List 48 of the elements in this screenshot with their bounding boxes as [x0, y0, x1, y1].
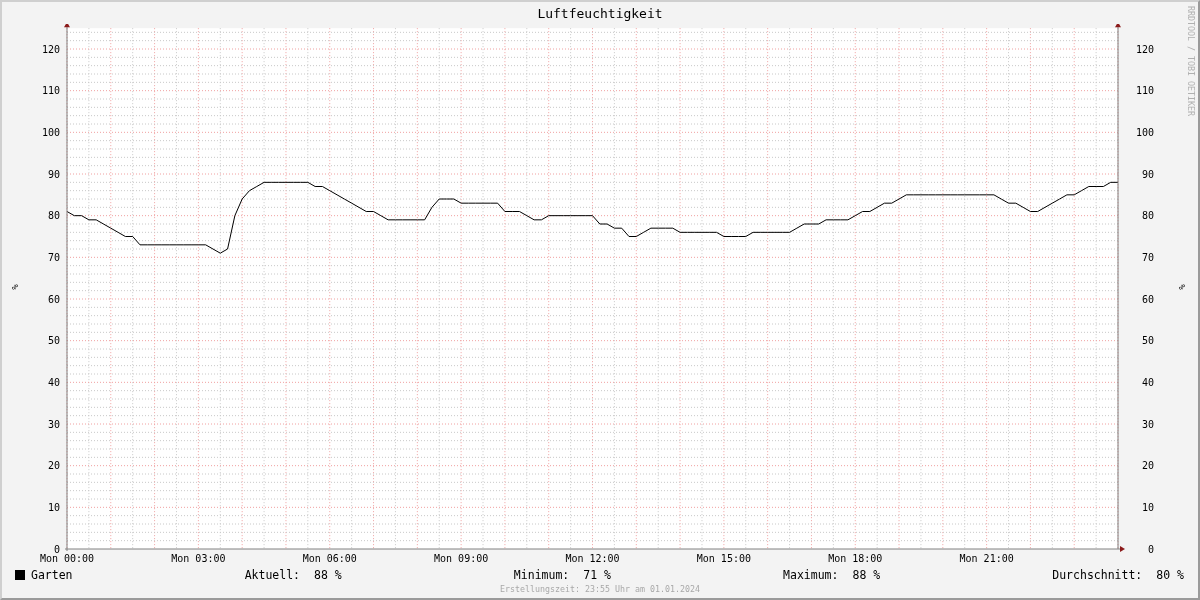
axis-label: 80	[47, 210, 60, 222]
axis-label: 120	[1135, 43, 1154, 55]
axis-label: 100	[1135, 126, 1154, 138]
axis-label: 60	[1141, 293, 1154, 305]
axis-label: 100	[41, 126, 60, 138]
axis-label: 110	[41, 85, 60, 97]
axis-label: 20	[47, 460, 60, 472]
axis-label: 50	[1141, 335, 1154, 347]
axis-label: 30	[1141, 418, 1154, 430]
credit-text: RRDTOOL / TOBI OETIKER	[1186, 6, 1196, 116]
stat-label: Durchschnitt:	[1052, 568, 1143, 582]
axis-label: 40	[1141, 376, 1154, 388]
axis-label: Mon 12:00	[565, 553, 620, 564]
axis-label: 70	[47, 251, 60, 263]
stat-label: Aktuell:	[244, 568, 301, 582]
axis-label: 50	[47, 335, 60, 347]
axis-label: 70	[1141, 251, 1154, 263]
axis-label: 60	[47, 293, 60, 305]
axis-label: 90	[47, 168, 60, 180]
axis-label: 30	[47, 418, 60, 430]
axis-label: Mon 18:00	[828, 553, 883, 564]
axis-label: 90	[1141, 168, 1154, 180]
axis-label: Mon 15:00	[696, 553, 751, 564]
axis-label: 10	[1141, 501, 1154, 513]
stat-value: 88 %	[852, 568, 881, 582]
axis-label: Mon 06:00	[302, 553, 357, 564]
axis-label: Mon 21:00	[959, 553, 1014, 564]
stat-label: Minimum:	[513, 568, 570, 582]
axis-label: Mon 03:00	[171, 553, 226, 564]
chart-title: Luftfeuchtigkeit	[537, 5, 663, 21]
stat-value: 71 %	[583, 568, 611, 582]
stat-label: Maximum:	[783, 568, 839, 582]
timestamp-text: Erstellungszeit: 23:55 Uhr am 01.01.2024	[500, 584, 700, 594]
axis-label: 20	[1141, 460, 1154, 472]
axis-label: 110	[1135, 85, 1154, 97]
axis-label: 40	[47, 376, 60, 388]
axis-label: 0	[53, 543, 60, 555]
axis-label: 80	[1141, 210, 1154, 222]
axis-label: 0	[1147, 543, 1154, 555]
legend-label: Garten	[31, 568, 73, 582]
axis-label: 120	[41, 43, 60, 55]
stat-value: 80 %	[1156, 568, 1184, 582]
axis-label: Mon 09:00	[434, 553, 489, 564]
stat-value: 88 %	[314, 568, 342, 582]
axis-title: %	[1177, 284, 1187, 290]
axis-label: 10	[47, 501, 60, 513]
axis-label: Mon 00:00	[39, 553, 95, 564]
axis-title: %	[10, 284, 20, 290]
